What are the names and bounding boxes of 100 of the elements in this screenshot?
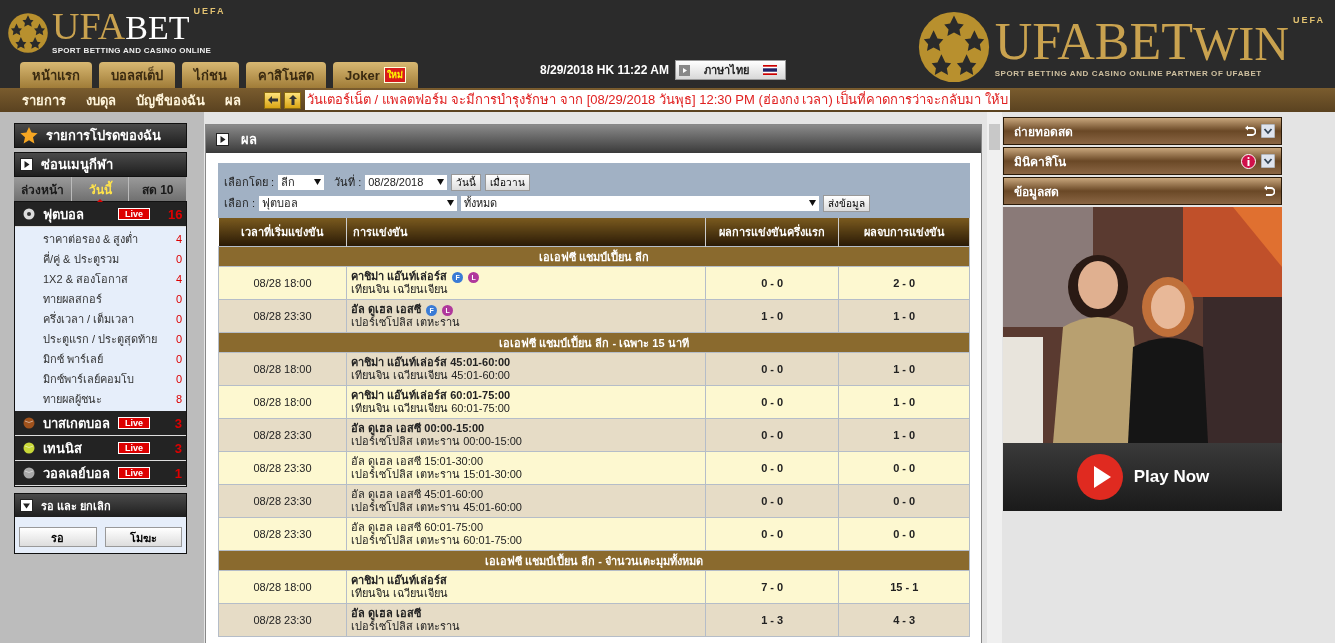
logo-icon [6,11,50,55]
home-team: อัล ดูเฮล เอสซี 45:01-60:00 [351,488,483,500]
play-icon[interactable] [20,158,33,171]
event-count: 0 [174,313,182,325]
new-badge: ใหม่ [383,67,406,83]
score-cell: 1 - 0 [838,352,970,386]
sport-row[interactable]: บาสเกตบอล Live 3 [15,411,186,436]
sport-name: เทนนิส [43,439,83,458]
filter-button[interactable]: รอ [19,527,97,547]
bet-type-link[interactable]: ราคาต่อรอง & สูงต่ำ [43,230,168,248]
up-arrow-button[interactable] [284,91,301,109]
date-field[interactable]: 08/28/2018 [365,174,448,190]
column-header: ผลการแข่งขันครึ่งแรก [705,218,839,247]
play-icon[interactable] [216,132,229,146]
caret-icon [809,200,817,206]
nav-link[interactable]: งบดุล [86,89,116,111]
live-badge: Live [118,467,150,479]
field-label: เลือก : [224,196,256,211]
sport-row[interactable]: เทนนิส Live 3 [15,436,186,461]
score-cell: 0 - 0 [705,517,839,551]
dropdown-icon[interactable] [1261,124,1275,138]
bet-type-link[interactable]: ประตูแรก / ประตูสุดท้าย [43,330,168,348]
nav-tab[interactable]: คาสิโนสด [246,62,326,88]
nav-link[interactable]: ผล [225,89,241,111]
section-header[interactable]: ข้อมูลสด [1003,177,1282,205]
event-count: 0 [174,353,182,365]
bet-type-link[interactable]: ครึ่งเวลา / เต็มเวลา [43,310,168,328]
bet-type-link[interactable]: มิกซ์พาร์เลย์คอมโบ [43,370,168,388]
play-icon [1075,453,1124,501]
day-tab[interactable]: ล่วงหน้า [14,177,72,201]
refresh-icon[interactable] [1263,185,1275,197]
bet-type-link[interactable]: ทายผลผู้ชนะ [43,390,168,408]
table-cell: 08/28 23:30 [218,451,347,485]
nav-link[interactable]: รายการ [22,89,66,111]
select-field[interactable]: ลีก [278,174,325,190]
language-button[interactable]: ภาษาไทย [674,60,786,80]
bet-type-link[interactable]: ทายผลสกอร์ [43,290,168,308]
table-cell: 08/28 18:00 [218,352,347,386]
select-field[interactable]: ทั้งหมด [461,195,820,211]
event-count: 1 [173,465,182,481]
table-cell: 08/28 18:00 [218,266,347,300]
scrollbar[interactable] [987,112,1002,643]
score-cell: 0 - 0 [705,385,839,419]
dropdown-icon [20,499,33,512]
news-ticker: วันเตอร์เน็ต / แพลตฟอร์ม จะมีการบำรุงรักษา จาก [08/29/2018 วันพุธ] 12:30 PM (ฮ่องกง เวลา) เป็นที่คาดการว่าจะกลับมา ให้บ [305,90,1010,110]
bet-type-link[interactable]: คี่/คู่ & ประตูรวม [43,250,168,268]
nav-tab[interactable]: บอลสเต็ป [99,62,175,88]
sport-name: บาสเกตบอล [43,414,110,433]
league-header: เอเอฟซี แชมป์เปี้ยน ลีก [218,246,970,267]
score-cell: 0 - 0 [705,418,839,452]
league-header: เอเอฟซี แชมป์เปี้ยน ลีก - เฉพาะ 15 นาที [218,332,970,353]
score-cell: 1 - 0 [705,299,839,333]
waiting-header[interactable]: รอ และ ยกเลิก [15,494,186,517]
favorites-header[interactable]: รายการโปรดของฉัน [14,123,187,148]
logo-text: UEFA [193,7,226,16]
star-icon [20,127,38,144]
sport-row[interactable]: วอลเลย์บอล Live 1 [15,461,186,486]
yesterday-button[interactable]: เมื่อวาน [485,173,531,191]
event-count: 0 [174,293,182,305]
submit-button[interactable]: ส่งข้อมูล [823,194,871,212]
day-tab[interactable]: สด 10 [129,177,187,201]
info-icon[interactable] [1241,153,1256,169]
dropdown-icon[interactable] [1261,154,1275,168]
section-header[interactable]: ถ่ายทอดสด [1003,117,1282,145]
home-team: คาชิม่า แอ๊นท์เล่อร์ส [351,270,448,282]
ball-icon [23,208,35,220]
select-field[interactable]: ฟุตบอล [259,195,458,211]
table-cell: 08/28 23:30 [218,603,347,637]
section-header[interactable]: มินิคาสิโน [1003,147,1282,175]
away-team: เปอร์เซโปลิส เตหะราน 60:01-75:00 [351,534,523,547]
table-cell: 08/28 23:30 [218,484,347,518]
away-team: เทียนจิน เฉวียนเจียน [351,587,450,600]
sport-row[interactable]: ฟุตบอล Live 16 [15,202,186,227]
event-count: 0 [174,253,182,265]
sports-menu-header[interactable]: ซ่อนเมนูกีฬา [14,152,187,177]
nav-tab[interactable]: ไก่ชน [182,62,239,88]
live-badge: Live [118,208,150,220]
sports-menu-title: ซ่อนเมนูกีฬา [41,156,113,175]
today-button[interactable]: วันนี้ [451,173,482,191]
promo-banner[interactable]: Play Now [1003,443,1282,511]
event-count: 0 [174,373,182,385]
event-count: 0 [174,333,182,345]
nav-tab[interactable]: Joker ใหม่ [333,62,418,88]
logo-text: BET [125,11,190,45]
event-count: 4 [174,233,182,245]
league-header: เอเอฟซี แชมป์เปี้ยน ลีก - จำนวนเตะมุมทั้งหมด [218,550,970,571]
bet-type-link[interactable]: 1X2 & สองโอกาส [43,270,168,288]
score-cell: 1 - 0 [838,418,970,452]
bet-type-link[interactable]: มิกซ์ พาร์เลย์ [43,350,168,368]
refresh-icon[interactable] [1244,125,1256,137]
section-title: ข้อมูลสด [1014,183,1060,201]
away-team: เทียนจิน เฉวียนเจียน [351,283,450,296]
nav-tab[interactable]: หน้าแรก [20,62,92,88]
left-arrow-button[interactable] [264,91,281,109]
nav-link[interactable]: บัญชีของฉัน [136,89,205,111]
play-now-label: Play Now [1133,467,1210,487]
away-team: เทียนจิน เฉวียนเจียน 60:01-75:00 [351,402,511,415]
column-header: การแข่งขัน [346,218,706,247]
filter-button[interactable]: โมฆะ [104,527,182,547]
table-cell: 08/28 23:30 [218,299,347,333]
